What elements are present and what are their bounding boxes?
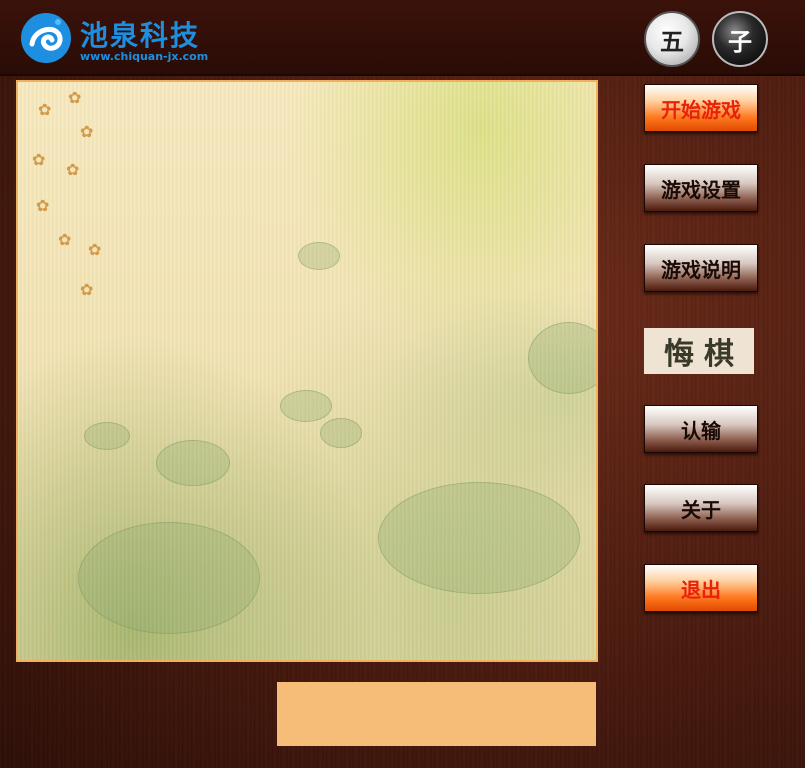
leaf-decoration	[84, 422, 130, 450]
flower-decoration-icon: ✿	[32, 150, 46, 169]
leaf-decoration	[78, 522, 260, 634]
resign-button[interactable]: 认输	[644, 405, 758, 453]
leaf-decoration	[298, 242, 340, 270]
flower-decoration-icon: ✿	[80, 280, 94, 299]
flower-decoration-icon: ✿	[88, 240, 102, 259]
flower-decoration-icon: ✿	[38, 100, 52, 119]
header-bar: 池泉科技 www.chiquan-jx.com 五 子	[0, 0, 805, 76]
status-panel	[277, 682, 596, 746]
leaf-decoration	[156, 440, 230, 486]
logo-title: 池泉科技	[80, 19, 201, 52]
start-game-button[interactable]: 开始游戏	[644, 84, 758, 132]
flower-decoration-icon: ✿	[68, 88, 82, 107]
flower-decoration-icon: ✿	[58, 230, 72, 249]
leaf-decoration	[280, 390, 332, 422]
game-settings-button[interactable]: 游戏设置	[644, 164, 758, 212]
flower-decoration-icon: ✿	[36, 196, 50, 215]
flower-decoration-icon: ✿	[66, 160, 80, 179]
game-board[interactable]: ✿ ✿ ✿ ✿ ✿ ✿ ✿ ✿ ✿	[16, 80, 598, 662]
logo-url: www.chiquan-jx.com	[80, 50, 209, 63]
logo-icon	[21, 13, 71, 63]
exit-button[interactable]: 退出	[644, 564, 758, 612]
leaf-decoration	[320, 418, 362, 448]
leaf-decoration	[528, 322, 596, 394]
game-instructions-button[interactable]: 游戏说明	[644, 244, 758, 292]
white-stone-icon: 五	[644, 11, 700, 67]
flower-decoration-icon: ✿	[80, 122, 94, 141]
black-stone-icon: 子	[712, 11, 768, 67]
undo-move-button[interactable]: 悔棋	[644, 328, 754, 374]
gomoku-window: 池泉科技 www.chiquan-jx.com 五 子 ✿ ✿ ✿ ✿ ✿ ✿ …	[0, 0, 805, 768]
about-button[interactable]: 关于	[644, 484, 758, 532]
leaf-decoration	[378, 482, 580, 594]
